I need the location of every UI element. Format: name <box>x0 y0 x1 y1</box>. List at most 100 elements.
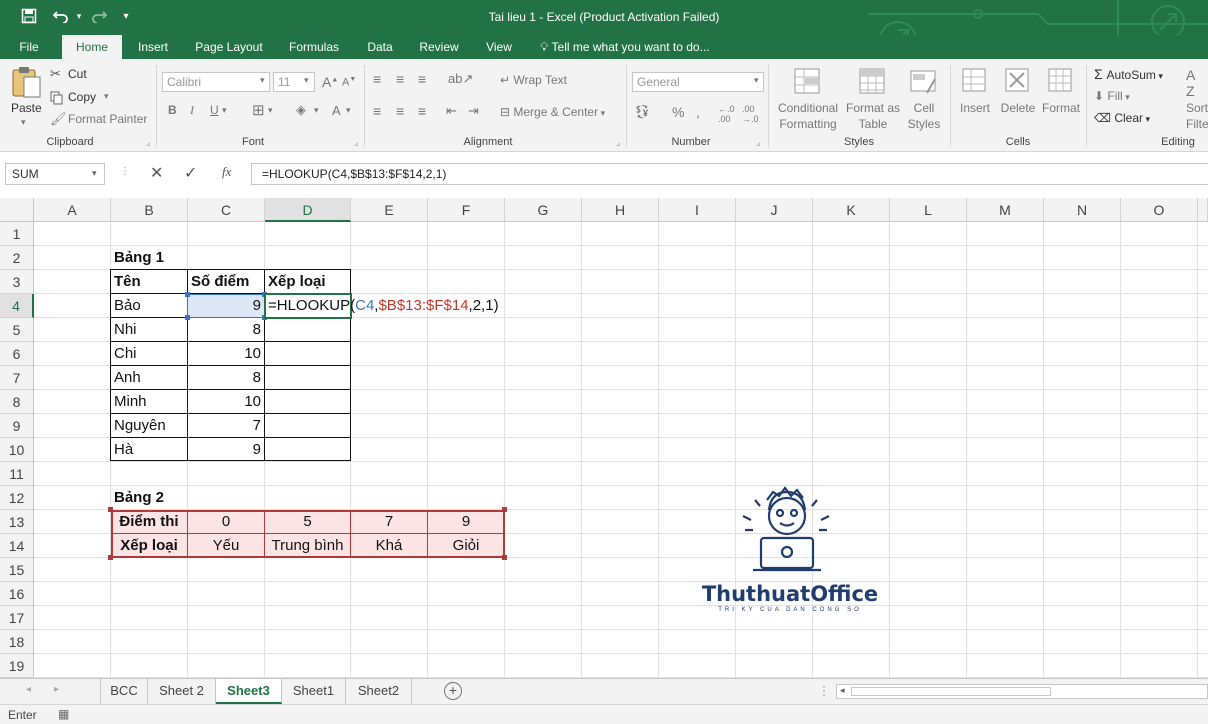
name-box[interactable]: SUM <box>5 163 105 185</box>
shrink-font-icon[interactable]: A▼ <box>342 76 356 89</box>
table1-name-cell[interactable]: Anh <box>111 366 144 389</box>
delete-cells-button[interactable]: Delete <box>998 65 1038 133</box>
select-all-corner[interactable] <box>0 198 34 222</box>
row-header[interactable]: 9 <box>0 414 34 438</box>
row-header[interactable]: 15 <box>0 558 34 582</box>
row-header[interactable]: 3 <box>0 270 34 294</box>
table2-row2-label[interactable]: Xếp loại <box>111 534 187 557</box>
column-header[interactable]: M <box>967 198 1044 222</box>
tab-file[interactable]: File <box>10 35 48 59</box>
split-handle-icon[interactable]: ⋮ <box>818 684 830 698</box>
table2-row1-label[interactable]: Điểm thi <box>111 510 187 533</box>
fill-color-icon[interactable]: ◈ <box>296 102 306 118</box>
insert-function-icon[interactable]: fx <box>222 164 231 180</box>
column-header[interactable]: K <box>813 198 890 222</box>
sort-filter-button[interactable]: AZ Sort Filte <box>1184 65 1208 133</box>
dialog-launcher-icon[interactable]: ⌟ <box>616 137 620 148</box>
table2-score-cell[interactable]: 9 <box>428 510 504 533</box>
cell-styles-button[interactable]: Cell Styles <box>902 65 946 133</box>
tab-data[interactable]: Data <box>360 35 400 59</box>
orientation-icon[interactable]: ab↗ <box>448 71 473 87</box>
sheet-tab[interactable]: Sheet 2 <box>148 679 216 704</box>
table1-score-cell[interactable]: 10 <box>188 342 264 365</box>
merge-center-button[interactable]: ⊟ Merge & Center ▾ <box>500 105 605 119</box>
row-header[interactable]: 18 <box>0 630 34 654</box>
increase-indent-icon[interactable]: ⇥ <box>468 103 479 119</box>
autosum-button[interactable]: Σ AutoSum ▾ <box>1094 66 1163 82</box>
row-header[interactable]: 1 <box>0 222 34 246</box>
row-header[interactable]: 19 <box>0 654 34 678</box>
scroll-tabs-left-icon[interactable]: ◂ <box>26 684 31 695</box>
row-header[interactable]: 4 <box>0 294 34 318</box>
row-header[interactable]: 14 <box>0 534 34 558</box>
tab-home[interactable]: Home <box>62 35 122 59</box>
table1-name-cell[interactable]: Nhi <box>111 318 140 341</box>
table1-header-rank[interactable]: Xếp loại <box>265 270 329 293</box>
dialog-launcher-icon[interactable]: ⌟ <box>146 137 150 148</box>
paste-button[interactable]: Paste ▾ <box>6 63 46 133</box>
clear-button[interactable]: ⌫ Clear ▾ <box>1094 111 1150 125</box>
increase-decimal-icon[interactable]: ←.0.00 <box>718 104 735 124</box>
grow-font-icon[interactable]: A▲ <box>322 74 338 90</box>
scroll-left-icon[interactable]: ◂ <box>840 685 845 696</box>
horizontal-scrollbar[interactable]: ◂ <box>836 684 1208 699</box>
row-header[interactable]: 7 <box>0 366 34 390</box>
cut-button[interactable]: ✂ Cut <box>50 66 110 84</box>
tell-me-search[interactable]: 💡︎ Tell me what you want to do... <box>540 35 710 59</box>
copy-button[interactable]: Copy ▾ <box>50 89 120 107</box>
cancel-icon[interactable]: ✕ <box>150 163 163 183</box>
column-header[interactable]: J <box>736 198 813 222</box>
decrease-indent-icon[interactable]: ⇤ <box>446 103 457 119</box>
column-header[interactable]: L <box>890 198 967 222</box>
align-left-icon[interactable]: ≡ <box>373 103 381 119</box>
align-middle-icon[interactable]: ≡ <box>396 71 404 87</box>
tab-insert[interactable]: Insert <box>130 35 176 59</box>
table2-rank-cell[interactable]: Yếu <box>188 534 264 557</box>
underline-icon[interactable]: U <box>210 103 219 117</box>
tab-review[interactable]: Review <box>414 35 464 59</box>
insert-cells-button[interactable]: Insert <box>956 65 994 133</box>
table1-score-cell[interactable]: 8 <box>188 366 264 389</box>
conditional-formatting-button[interactable]: Conditional Formatting <box>774 65 842 133</box>
format-cells-button[interactable]: Format <box>1040 65 1082 133</box>
table2-rank-cell[interactable]: Giỏi <box>428 534 504 557</box>
table2-rank-cell[interactable]: Khá <box>351 534 427 557</box>
accounting-format-icon[interactable]: 💱︎ <box>634 104 651 120</box>
table1-score-cell[interactable]: 10 <box>188 390 264 413</box>
formula-input[interactable]: =HLOOKUP(C4,$B$13:$F$14,2,1) <box>251 163 1208 185</box>
fill-button[interactable]: ⬇︎ Fill ▾ <box>1094 89 1130 103</box>
align-center-icon[interactable]: ≡ <box>396 103 404 119</box>
dialog-launcher-icon[interactable]: ⌟ <box>354 137 358 148</box>
new-sheet-icon[interactable]: + <box>444 682 462 700</box>
sheet-tab[interactable]: BCC <box>100 679 148 704</box>
formula-bar-grip-icon[interactable]: ⋮ <box>120 166 130 177</box>
comma-style-icon[interactable]: , <box>696 104 700 120</box>
italic-icon[interactable]: I <box>190 103 194 118</box>
row-header[interactable]: 5 <box>0 318 34 342</box>
row-header[interactable]: 13 <box>0 510 34 534</box>
table1-score-cell[interactable]: 9 <box>188 294 264 317</box>
name-box-dropdown-icon[interactable]: ▾ <box>92 168 97 179</box>
table1-title[interactable]: Bảng 1 <box>111 246 167 269</box>
wrap-text-button[interactable]: ↵ Wrap Text <box>500 73 567 87</box>
table2-rank-cell[interactable]: Trung bình <box>265 534 350 557</box>
column-header[interactable]: C <box>188 198 265 222</box>
column-header[interactable]: D <box>265 198 351 222</box>
align-top-icon[interactable]: ≡ <box>373 71 381 87</box>
table1-name-cell[interactable]: Minh <box>111 390 150 413</box>
column-header[interactable]: E <box>351 198 428 222</box>
column-header[interactable]: I <box>659 198 736 222</box>
row-header[interactable]: 10 <box>0 438 34 462</box>
column-header[interactable] <box>1198 198 1208 222</box>
row-header[interactable]: 17 <box>0 606 34 630</box>
table1-header-score[interactable]: Số điểm <box>188 270 252 293</box>
font-name-select[interactable]: Calibri <box>162 72 270 92</box>
table1-name-cell[interactable]: Hà <box>111 438 136 461</box>
bold-icon[interactable]: B <box>168 103 177 117</box>
table1-name-cell[interactable]: Chi <box>111 342 140 365</box>
format-painter-button[interactable]: 🖌︎ Format Painter <box>50 111 150 129</box>
table2-score-cell[interactable]: 7 <box>351 510 427 533</box>
borders-icon[interactable]: ⊞ <box>252 101 265 119</box>
format-as-table-button[interactable]: Format as Table <box>844 65 902 133</box>
table1-header-name[interactable]: Tên <box>111 270 144 293</box>
